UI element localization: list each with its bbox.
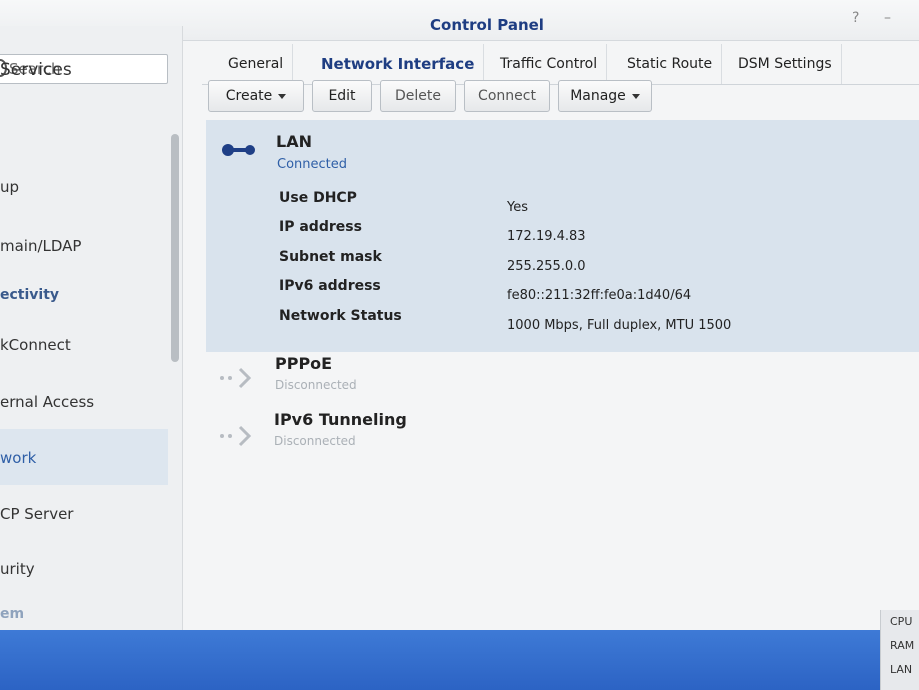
ram-label: RAM [890, 639, 915, 652]
interface-status: Connected [277, 157, 348, 172]
tab-bar: General Network Interface Traffic Contro… [202, 44, 919, 85]
detail-value: fe80::211:32ff:fe0a:1d40/64 [507, 288, 692, 303]
sidebar: Search Services up main/LDAP ectivity kC… [0, 26, 183, 630]
tab-network-interface[interactable]: Network Interface [312, 44, 485, 84]
tab-general[interactable]: General [219, 44, 294, 84]
detail-label: Network Status [279, 308, 402, 324]
interface-row-pppoe[interactable]: PPPoE Disconnected [206, 354, 919, 410]
detail-label: IP address [279, 219, 362, 235]
detail-value: Yes [507, 200, 528, 215]
tab-dsm-settings[interactable]: DSM Settings [729, 44, 842, 84]
sidebar-item-network[interactable]: work [0, 429, 168, 485]
resource-monitor-widget[interactable]: CPU RAM LAN [880, 610, 919, 690]
sidebar-item-quickconnect[interactable]: kConnect [0, 336, 71, 354]
help-icon[interactable]: ? [852, 10, 859, 26]
dotted-arrow-icon [220, 367, 252, 389]
sidebar-item-services[interactable]: Services [0, 60, 72, 80]
sidebar-category-connectivity: ectivity [0, 287, 60, 303]
detail-label: Subnet mask [279, 249, 382, 265]
interface-row-lan[interactable]: LAN Connected Use DHCP Yes IP address 17… [206, 120, 919, 352]
interface-status: Disconnected [275, 378, 357, 392]
control-panel-window: Control Panel ? – Search Services up mai… [0, 0, 919, 630]
detail-label: IPv6 address [279, 278, 381, 294]
tab-traffic-control[interactable]: Traffic Control [491, 44, 608, 84]
create-button[interactable]: Create [208, 80, 304, 112]
sidebar-item-network-label: work [0, 449, 37, 467]
chevron-down-icon [278, 93, 287, 99]
edit-button[interactable]: Edit [312, 80, 372, 112]
lan-label: LAN [890, 663, 913, 676]
detail-value: 255.255.0.0 [507, 259, 586, 274]
dotted-arrow-icon [220, 425, 252, 447]
manage-button[interactable]: Manage [558, 80, 652, 112]
interface-list: LAN Connected Use DHCP Yes IP address 17… [206, 120, 919, 630]
sidebar-item-domain-ldap[interactable]: main/LDAP [0, 237, 81, 255]
minimize-icon[interactable]: – [884, 10, 891, 26]
sidebar-scrollbar[interactable] [171, 134, 179, 362]
sidebar-category-system: em [0, 606, 25, 622]
taskbar [0, 630, 919, 690]
sidebar-item-external-access[interactable]: ernal Access [0, 393, 94, 411]
interface-row-ipv6-tunneling[interactable]: IPv6 Tunneling Disconnected [206, 410, 919, 466]
interface-name: LAN [276, 132, 312, 151]
main-panel: General Network Interface Traffic Contro… [190, 26, 919, 630]
sidebar-item-security[interactable]: urity [0, 560, 35, 578]
sidebar-item-dhcp-server[interactable]: CP Server [0, 505, 73, 523]
interface-name: IPv6 Tunneling [274, 410, 407, 429]
interface-status: Disconnected [274, 434, 356, 448]
delete-button[interactable]: Delete [380, 80, 456, 112]
tab-static-route[interactable]: Static Route [618, 44, 723, 84]
interface-name: PPPoE [275, 354, 333, 373]
create-button-label: Create [225, 88, 273, 104]
detail-value: 172.19.4.83 [507, 229, 586, 244]
connect-button[interactable]: Connect [464, 80, 550, 112]
detail-label: Use DHCP [279, 190, 357, 206]
chevron-down-icon [631, 93, 640, 99]
sidebar-item-group[interactable]: up [0, 178, 19, 196]
cpu-label: CPU [890, 615, 913, 628]
manage-button-label: Manage [570, 88, 626, 104]
ethernet-plug-icon [222, 144, 255, 156]
detail-value: 1000 Mbps, Full duplex, MTU 1500 [507, 318, 732, 333]
